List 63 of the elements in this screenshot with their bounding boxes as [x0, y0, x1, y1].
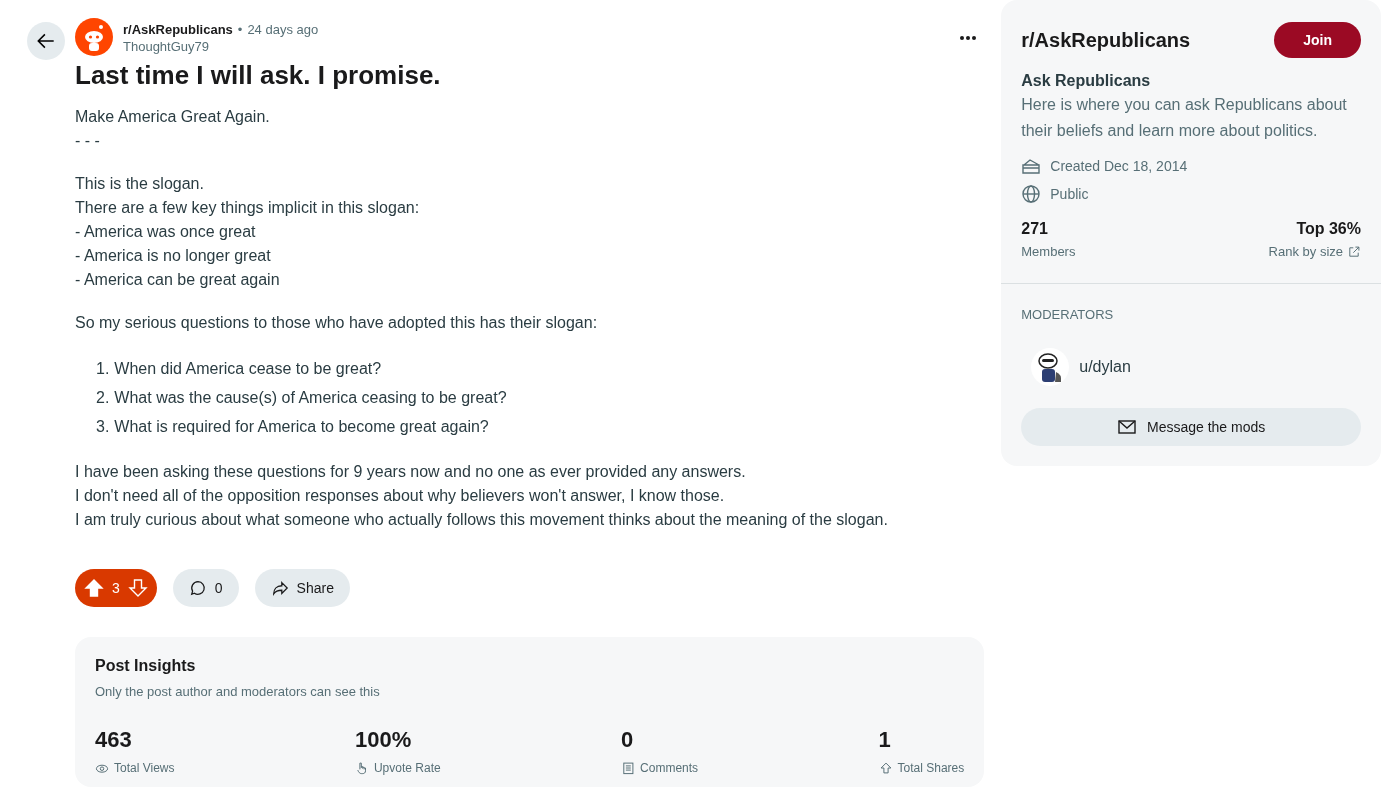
- upvote-icon[interactable]: [84, 578, 104, 598]
- downvote-icon: [127, 578, 148, 598]
- body-text: - America can be great again: [75, 270, 281, 290]
- moderator-link[interactable]: u/dylan: [1031, 348, 1361, 386]
- list-item: What is required for America to become great again?: [114, 417, 489, 437]
- body-text: I have been asking these questions for 9 years now and no one as ever provided any answers.: [75, 462, 747, 482]
- separator-dot: •: [237, 22, 243, 37]
- community-title: Ask Republicans: [1021, 72, 1152, 90]
- vote-count: 3: [112, 580, 120, 596]
- community-description: Here is where you can ask Republicans about their beliefs and learn more about politics.: [1021, 95, 1348, 141]
- moderators-heading: MODERATORS: [1021, 307, 1115, 322]
- external-link-icon: [1347, 244, 1361, 259]
- document-icon: [621, 761, 636, 775]
- stat-value: 100%: [354, 727, 413, 753]
- back-button[interactable]: [27, 22, 65, 60]
- post-time: 24 days ago: [247, 22, 319, 37]
- list-number: 2.: [96, 388, 110, 408]
- stat-label: Total Shares: [897, 761, 965, 775]
- envelope-icon: [1117, 417, 1137, 437]
- body-text: I don't need all of the opposition responses about why believers won't answer, I know those.: [75, 486, 726, 506]
- author-name[interactable]: ThoughtGuy79: [123, 39, 943, 54]
- globe-icon: [1021, 184, 1042, 204]
- subreddit-avatar: [75, 18, 113, 56]
- body-text: This is the slogan.: [75, 174, 205, 194]
- subreddit-name: r/AskRepublicans: [1021, 28, 1191, 52]
- share-button[interactable]: Share: [254, 569, 350, 607]
- body-text: - America is no longer great: [75, 246, 272, 266]
- share-icon: [270, 579, 289, 597]
- body-text: There are a few key things implicit in this slogan:: [75, 198, 421, 218]
- stat-label: Comments: [640, 761, 699, 775]
- member-count: 271: [1021, 220, 1048, 238]
- visibility-label: Public: [1050, 186, 1089, 202]
- rank-value: Top 36%: [1296, 220, 1361, 238]
- rank-label: Rank by size: [1268, 244, 1343, 259]
- more-icon: [960, 36, 977, 40]
- body-text: - - -: [75, 131, 101, 151]
- speech-bubble-icon: [188, 579, 207, 597]
- insights-note: Only the post author and moderators can see this: [95, 684, 381, 699]
- stat-value: 463: [95, 727, 133, 753]
- stat-value: 0: [621, 727, 635, 753]
- join-button[interactable]: Join: [1274, 22, 1361, 58]
- body-text: So my serious questions to those who have adopted this has their slogan:: [75, 313, 599, 333]
- body-text: I am truly curious about what someone who actually follows this movement thinks about the meaning of the slogan.: [75, 510, 889, 530]
- hand-icon: [354, 761, 369, 775]
- post-title: Last time I will ask. I promise.: [75, 60, 442, 91]
- stat-label: Upvote Rate: [373, 761, 441, 775]
- insights-title: Post Insights: [95, 657, 197, 675]
- list-item: What was the cause(s) of America ceasing to be great?: [114, 388, 507, 408]
- members-label: Members: [1021, 244, 1076, 259]
- message-mods-button[interactable]: Message the mods: [1021, 408, 1361, 446]
- body-text: - America was once great: [75, 222, 257, 242]
- stat-label: Total Views: [114, 761, 175, 775]
- cake-icon: [1021, 156, 1042, 176]
- body-text: Make America Great Again.: [75, 107, 271, 127]
- stat-value: 1: [878, 727, 892, 753]
- share-icon: [878, 761, 893, 775]
- list-number: 1.: [96, 359, 110, 379]
- created-date: Created Dec 18, 2014: [1050, 158, 1188, 174]
- subreddit-link[interactable]: r/AskRepublicans: [123, 22, 233, 37]
- comments-button[interactable]: 0: [172, 569, 239, 607]
- list-number: 3.: [96, 417, 110, 437]
- list-item: When did America cease to be great?: [114, 359, 382, 379]
- user-avatar: [1031, 348, 1070, 386]
